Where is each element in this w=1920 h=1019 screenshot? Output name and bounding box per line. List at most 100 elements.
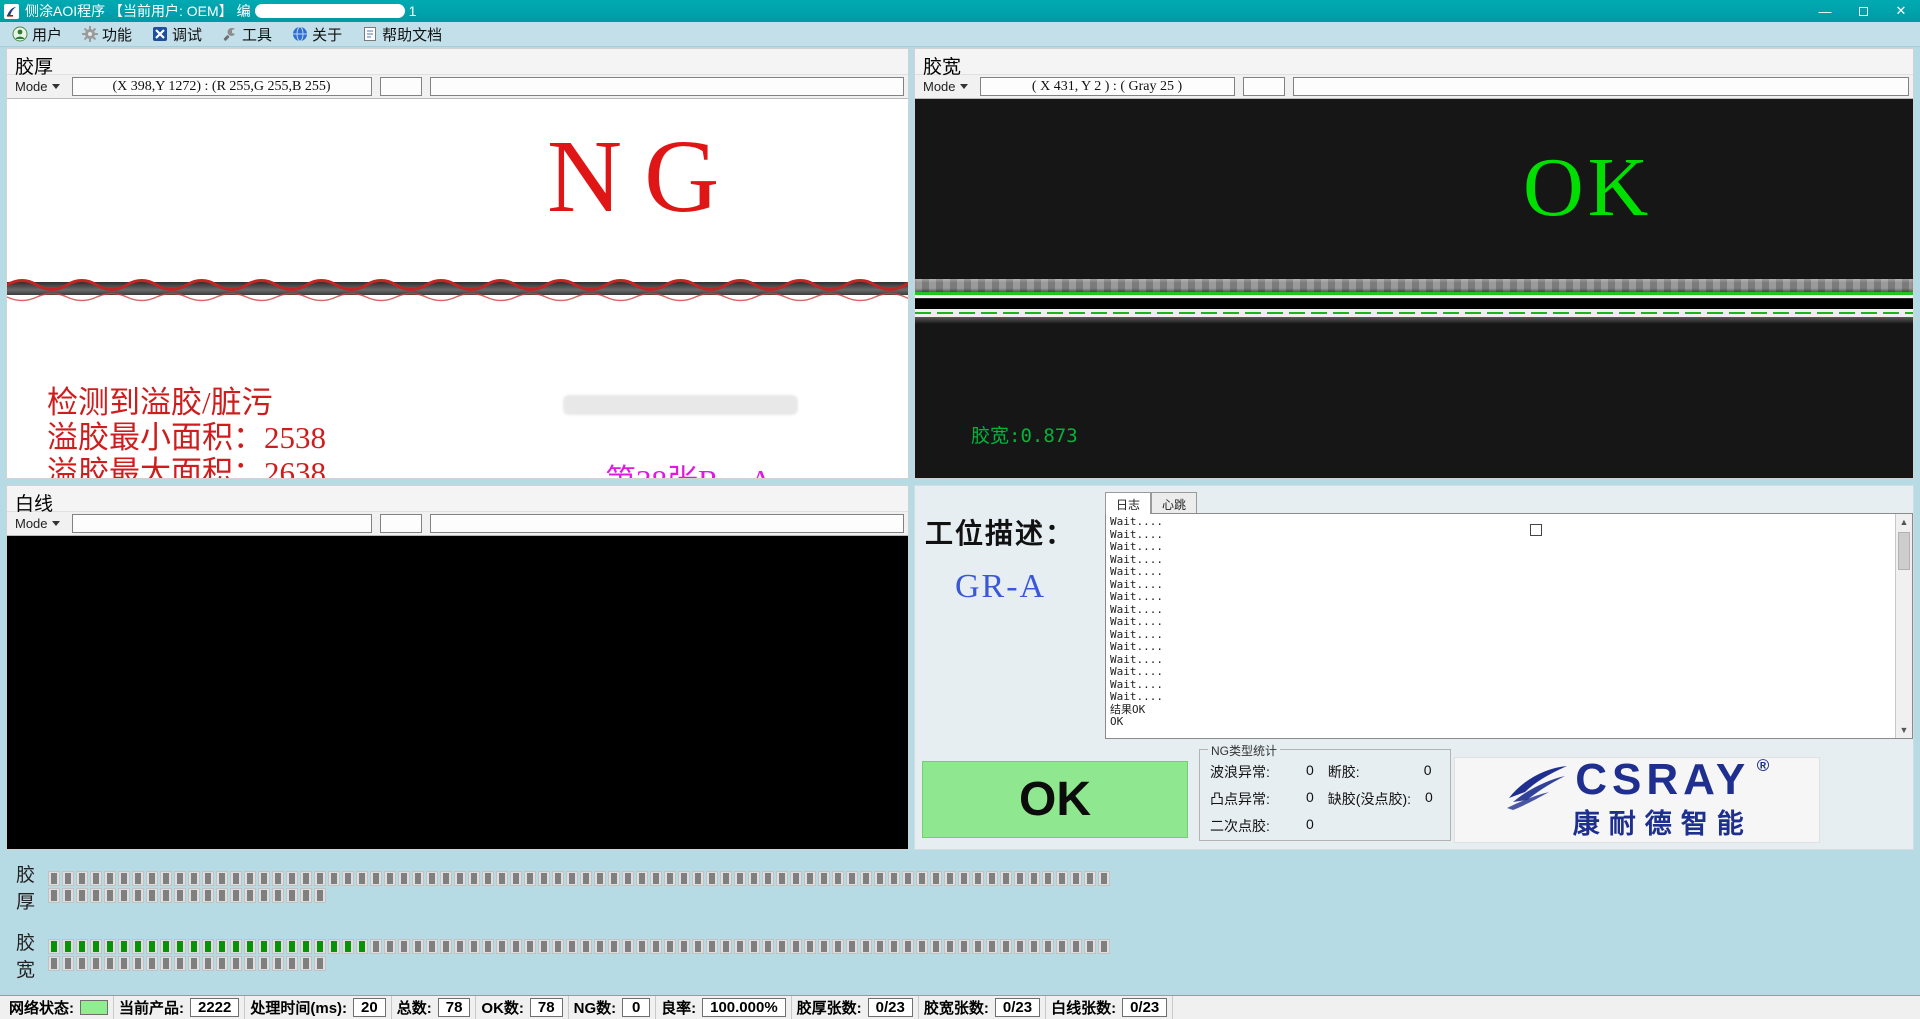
- frame-indicator-cell: [720, 939, 732, 954]
- log-checkbox[interactable]: [1530, 524, 1542, 536]
- scroll-up-icon[interactable]: ▲: [1900, 514, 1909, 530]
- mode-dropdown[interactable]: Mode: [919, 78, 972, 95]
- small-info-box: [1243, 77, 1285, 96]
- wrench-icon: [222, 26, 238, 42]
- status-value: 0/23: [868, 998, 913, 1017]
- frame-indicator-cell: [1000, 939, 1012, 954]
- mode-dropdown[interactable]: Mode: [11, 515, 64, 532]
- log-line: Wait....: [1110, 579, 1890, 592]
- toolbar-white-line: Mode: [7, 512, 908, 536]
- image-glue-thickness[interactable]: NG 检测到溢胶/脏污 溢胶最小面积：2538 溢胶最大面积：2638 第38张…: [7, 99, 908, 478]
- log-line: Wait....: [1110, 604, 1890, 617]
- frame-indicator-cell: [132, 871, 144, 886]
- frame-indicator-cell: [286, 956, 298, 971]
- frame-indicator-cell: [286, 888, 298, 903]
- chevron-down-icon: [960, 84, 968, 89]
- frame-indicator-cell: [524, 871, 536, 886]
- overall-result-button[interactable]: OK: [922, 761, 1188, 838]
- status-bar: 网络状态:当前产品:2222处理时间(ms):20总数:78OK数:78NG数:…: [0, 995, 1920, 1019]
- frame-indicator-cell: [314, 939, 326, 954]
- frame-indicator-cell: [454, 939, 466, 954]
- frame-indicator-cell: [188, 871, 200, 886]
- status-total: 总数:78: [392, 996, 477, 1019]
- panel-white-line: 白线 Mode: [6, 485, 909, 850]
- wide-info-box: [430, 77, 904, 96]
- ng-stat-label: 凸点异常:: [1210, 789, 1292, 809]
- frame-indicator-cell: [748, 871, 760, 886]
- menu-item-func[interactable]: 功能: [76, 22, 142, 47]
- frame-indicator-cell: [916, 871, 928, 886]
- menu-item-about[interactable]: 关于: [286, 22, 352, 47]
- frame-indicator-cell: [888, 939, 900, 954]
- frame-indicator-cell: [174, 888, 186, 903]
- frame-indicator-cell: [706, 871, 718, 886]
- log-scrollbar[interactable]: ▲ ▼: [1895, 514, 1912, 738]
- title-redaction-blob: [255, 4, 405, 18]
- frame-indicator-cell: [608, 871, 620, 886]
- status-label: 处理时间(ms):: [250, 997, 347, 1018]
- wide-info-box: [430, 514, 904, 533]
- frame-indicator-cell: [62, 888, 74, 903]
- menu-item-help[interactable]: 帮助文档: [356, 22, 452, 47]
- menu-item-debug[interactable]: 调试: [146, 22, 212, 47]
- frame-indicator-cell: [1098, 871, 1110, 886]
- frame-indicator-cell: [804, 871, 816, 886]
- status-value: 20: [353, 998, 386, 1017]
- frame-indicator-cell: [650, 871, 662, 886]
- menu-item-user[interactable]: 用户: [6, 22, 72, 47]
- tab-heartbeat[interactable]: 心跳: [1151, 492, 1197, 514]
- frame-indicator-cell: [286, 939, 298, 954]
- frame-indicator-cell: [510, 871, 522, 886]
- frame-indicator-cell: [902, 939, 914, 954]
- frame-indicator-cell: [930, 871, 942, 886]
- tab-log[interactable]: 日志: [1105, 492, 1151, 514]
- frame-indicator-cell: [776, 939, 788, 954]
- minimize-button[interactable]: —: [1806, 0, 1844, 22]
- frame-indicator-cell: [202, 939, 214, 954]
- frame-indicator-cell: [132, 956, 144, 971]
- scroll-down-icon[interactable]: ▼: [1900, 722, 1909, 738]
- ng-stats-columns: 波浪异常:0凸点异常:0二次点胶:0断胶:0缺胶(没点胶):0: [1210, 762, 1442, 836]
- frame-indicator-cell: [174, 956, 186, 971]
- frame-indicator-cell: [258, 939, 270, 954]
- small-info-box: [380, 514, 422, 533]
- glue-stripes: [915, 279, 1913, 324]
- menu-item-tools[interactable]: 工具: [216, 22, 282, 47]
- log-line: Wait....: [1110, 666, 1890, 679]
- globe-info-icon: [292, 26, 308, 42]
- image-glue-width[interactable]: OK 胶宽:0.873: [915, 99, 1913, 478]
- frame-indicator-cell: [818, 939, 830, 954]
- ng-stat-value: 0: [1424, 762, 1432, 782]
- menu-bar: 用户功能调试工具关于帮助文档: [0, 22, 1920, 47]
- frame-indicator-cell: [482, 939, 494, 954]
- frame-indicator-cell: [216, 956, 228, 971]
- frame-indicator-cell: [1042, 871, 1054, 886]
- scroll-thumb[interactable]: [1898, 532, 1910, 570]
- ng-stat-row: 缺胶(没点胶):0: [1328, 789, 1433, 809]
- frame-indicator-cell: [790, 939, 802, 954]
- frame-indicator-cell: [650, 939, 662, 954]
- help-doc-icon: [362, 26, 378, 42]
- status-label: 总数:: [397, 997, 432, 1018]
- frame-indicator-cell: [412, 871, 424, 886]
- frame-indicator-cell: [608, 939, 620, 954]
- frame-indicator-cell: [76, 888, 88, 903]
- close-button[interactable]: ✕: [1882, 0, 1920, 22]
- gray-scribble: [563, 395, 798, 415]
- image-white-line[interactable]: [7, 536, 908, 849]
- frame-indicator-cell: [804, 939, 816, 954]
- frame-indicator-cell: [342, 939, 354, 954]
- mode-dropdown[interactable]: Mode: [11, 78, 64, 95]
- frame-indicator-cell: [846, 871, 858, 886]
- frame-indicator-cell: [48, 871, 60, 886]
- frame-indicator-cell: [244, 888, 256, 903]
- maximize-button[interactable]: [1844, 0, 1882, 22]
- frame-indicator-cell: [272, 939, 284, 954]
- frame-indicator-cell: [76, 939, 88, 954]
- status-label: OK数:: [481, 997, 524, 1018]
- debug-icon: [152, 26, 168, 42]
- frame-indicator-cell: [48, 956, 60, 971]
- frame-indicator-cell: [244, 956, 256, 971]
- frame-indicator-cell: [118, 871, 130, 886]
- indicator-group-胶宽: 胶宽: [0, 928, 1920, 982]
